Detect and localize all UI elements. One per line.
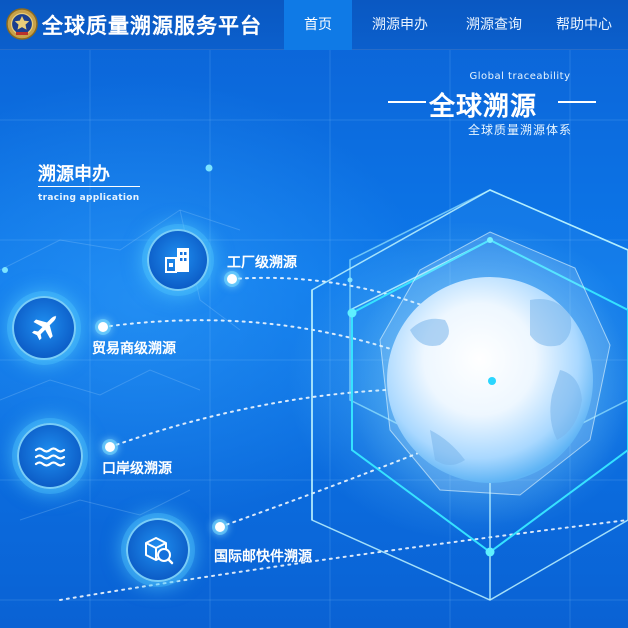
- postal-trace-button[interactable]: [126, 518, 190, 582]
- section-subtitle: tracing application: [38, 193, 140, 203]
- trader-trace-button[interactable]: [12, 296, 76, 360]
- main-nav: 首页 溯源申办 溯源查询 帮助中心: [284, 0, 628, 50]
- package-search-icon: [145, 537, 174, 565]
- nav-home[interactable]: 首页: [284, 0, 352, 50]
- airplane-icon: [32, 315, 57, 341]
- trader-trace-dot: [98, 322, 108, 332]
- home-page: 全球质量溯源服务平台 首页 溯源申办 溯源查询 帮助中心 Global trac…: [0, 0, 628, 628]
- quality-emblem-logo: [6, 8, 38, 40]
- port-trace-dot: [105, 442, 115, 452]
- trader-trace-label[interactable]: 贸易商级溯源: [92, 338, 176, 358]
- postal-trace-label[interactable]: 国际邮快件溯源: [214, 546, 312, 566]
- section-title: 溯源申办: [38, 164, 110, 185]
- factory-trace-dot: [227, 274, 237, 284]
- nav-help-center[interactable]: 帮助中心: [540, 0, 628, 50]
- nav-trace-apply[interactable]: 溯源申办: [352, 0, 448, 50]
- top-header: 全球质量溯源服务平台 首页 溯源申办 溯源查询 帮助中心: [0, 0, 628, 50]
- slogan-divider-left: [388, 101, 426, 103]
- factory-icon: [165, 248, 189, 273]
- slogan-english: Global traceability: [469, 71, 571, 82]
- factory-trace-label[interactable]: 工厂级溯源: [227, 252, 297, 272]
- port-trace-label[interactable]: 口岸级溯源: [102, 458, 172, 478]
- section-underline: [38, 186, 140, 187]
- slogan-subtitle: 全球质量溯源体系: [467, 123, 572, 137]
- site-title: 全球质量溯源服务平台: [42, 14, 262, 38]
- waves-icon: [34, 447, 66, 467]
- slogan-divider-right: [558, 101, 596, 103]
- nav-trace-query[interactable]: 溯源查询: [448, 0, 540, 50]
- factory-trace-button[interactable]: [147, 229, 209, 291]
- port-trace-button[interactable]: [17, 423, 83, 489]
- postal-trace-dot: [215, 522, 225, 532]
- slogan-title: 全球溯源: [429, 92, 538, 122]
